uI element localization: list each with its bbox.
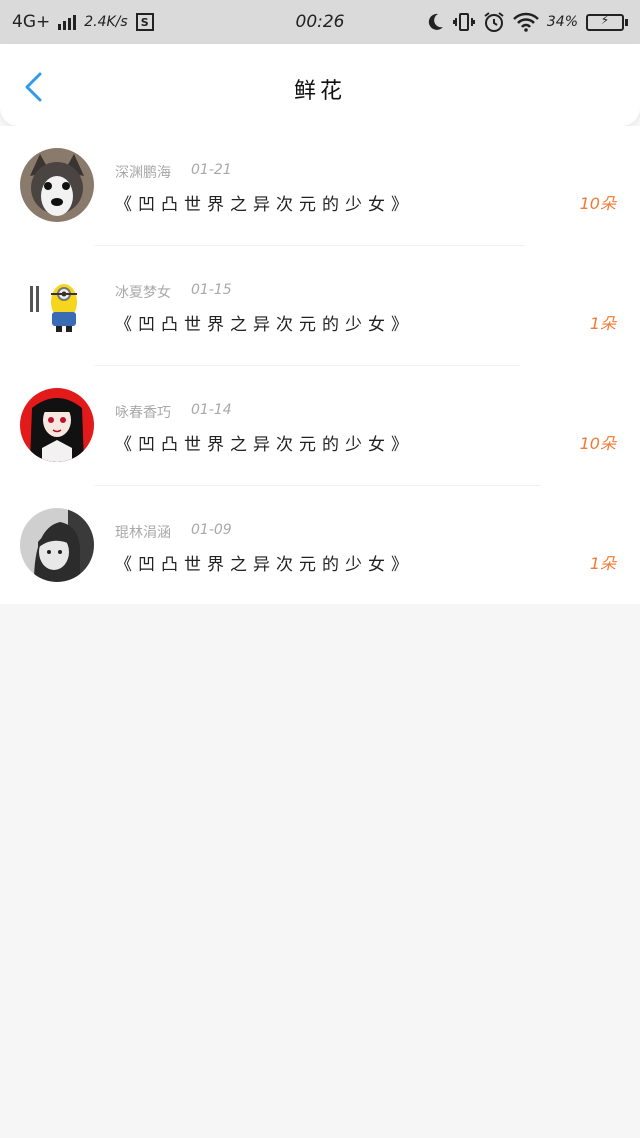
wifi-icon bbox=[512, 12, 539, 32]
flower-count: 1朵 bbox=[589, 314, 616, 333]
battery-icon: ⚡ bbox=[586, 13, 628, 31]
portrait-avatar[interactable] bbox=[20, 508, 94, 582]
page-title: 鲜花 bbox=[293, 79, 346, 104]
list-item[interactable]: 冰夏梦女 01-15 《凹凸世界之异次元的少女》 1朵 bbox=[0, 246, 640, 366]
signal-icon bbox=[58, 14, 77, 30]
flower-count: 10朵 bbox=[579, 194, 616, 213]
book-title: 《凹凸世界之异次元的少女》 bbox=[115, 195, 414, 215]
moon-icon bbox=[428, 13, 443, 30]
user-name: 咏春香巧 bbox=[115, 405, 171, 421]
network-type: 4G+ bbox=[12, 12, 51, 32]
list-item[interactable]: 咏春香巧 01-14 《凹凸世界之异次元的少女》 10朵 bbox=[0, 366, 640, 486]
book-title: 《凹凸世界之异次元的少女》 bbox=[115, 555, 414, 575]
husky-dog-avatar[interactable] bbox=[20, 148, 94, 222]
flower-count: 1朵 bbox=[589, 554, 616, 573]
user-name: 琨林涓涵 bbox=[115, 525, 171, 541]
user-name: 冰夏梦女 bbox=[115, 285, 171, 301]
date: 01-15 bbox=[191, 282, 232, 298]
battery-percent: 34% bbox=[546, 14, 578, 30]
anime-girl-avatar[interactable] bbox=[20, 388, 94, 462]
date: 01-21 bbox=[191, 162, 232, 178]
gift-list: 深渊鹏海 01-21 《凹凸世界之异次元的少女》 10朵 冰夏梦女 01-15 … bbox=[0, 126, 640, 604]
user-name: 深渊鹏海 bbox=[115, 165, 171, 181]
date: 01-14 bbox=[191, 402, 232, 418]
list-item[interactable]: 琨林涓涵 01-09 《凹凸世界之异次元的少女》 1朵 bbox=[0, 486, 640, 606]
list-item[interactable]: 深渊鹏海 01-21 《凹凸世界之异次元的少女》 10朵 bbox=[0, 126, 640, 246]
nav-bar: 鲜花 bbox=[0, 44, 640, 126]
minion-avatar[interactable] bbox=[20, 268, 94, 342]
network-speed: 2.4K/s bbox=[84, 14, 128, 30]
vibrate-icon bbox=[452, 13, 475, 31]
book-title: 《凹凸世界之异次元的少女》 bbox=[115, 315, 414, 335]
sim-icon: S bbox=[135, 13, 154, 31]
book-title: 《凹凸世界之异次元的少女》 bbox=[115, 435, 414, 455]
flower-count: 10朵 bbox=[579, 434, 616, 453]
status-bar: 4G+ 2.4K/s S 00:26 34% ⚡ bbox=[0, 0, 640, 44]
date: 01-09 bbox=[191, 522, 232, 538]
alarm-icon bbox=[484, 12, 504, 32]
